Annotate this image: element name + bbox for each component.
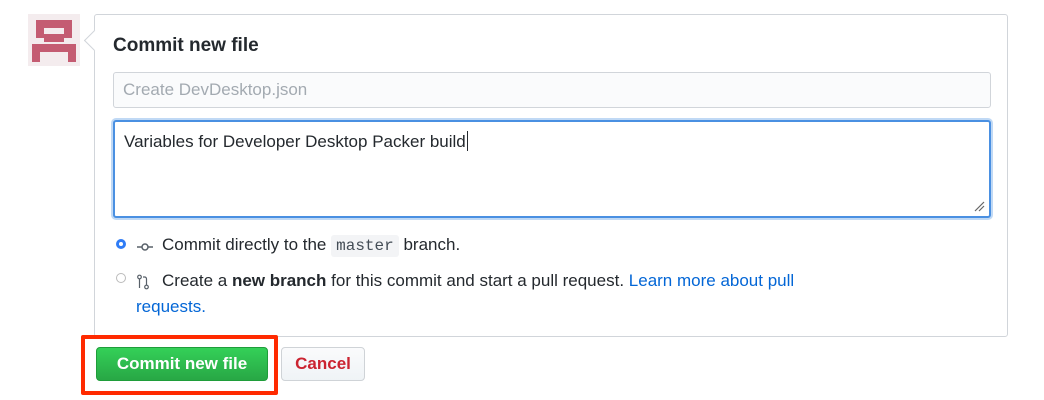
resize-grip-icon[interactable] xyxy=(973,200,985,212)
commit-new-file-button[interactable]: Commit new file xyxy=(96,347,268,381)
new-branch-bold: new branch xyxy=(231,271,327,290)
cancel-button[interactable]: Cancel xyxy=(281,347,365,381)
avatar[interactable] xyxy=(28,14,80,66)
new-branch-text: Create a xyxy=(162,271,228,290)
learn-more-link[interactable]: Learn more about pull xyxy=(629,271,794,290)
commit-direct-radio[interactable] xyxy=(116,239,126,249)
new-branch-text-after: for this commit and start a pull request… xyxy=(331,271,625,290)
new-branch-radio[interactable] xyxy=(116,273,126,283)
git-pull-request-icon xyxy=(137,274,149,290)
text-caret xyxy=(466,131,468,151)
commit-form-title: Commit new file xyxy=(113,35,259,56)
commit-description-textarea[interactable]: Variables for Developer Desktop Packer b… xyxy=(113,120,991,218)
commit-summary-input[interactable] xyxy=(113,72,991,108)
identicon-icon xyxy=(32,20,76,62)
commit-description-text: Variables for Developer Desktop Packer b… xyxy=(124,132,466,151)
learn-more-link-cont[interactable]: requests. xyxy=(136,297,206,316)
branch-name: master xyxy=(331,235,399,257)
commit-direct-text: Commit directly to the xyxy=(162,235,327,254)
git-commit-icon xyxy=(137,243,153,251)
commit-form: Commit new file Variables for Developer … xyxy=(94,14,1008,337)
commit-direct-text-after: branch. xyxy=(403,235,461,254)
